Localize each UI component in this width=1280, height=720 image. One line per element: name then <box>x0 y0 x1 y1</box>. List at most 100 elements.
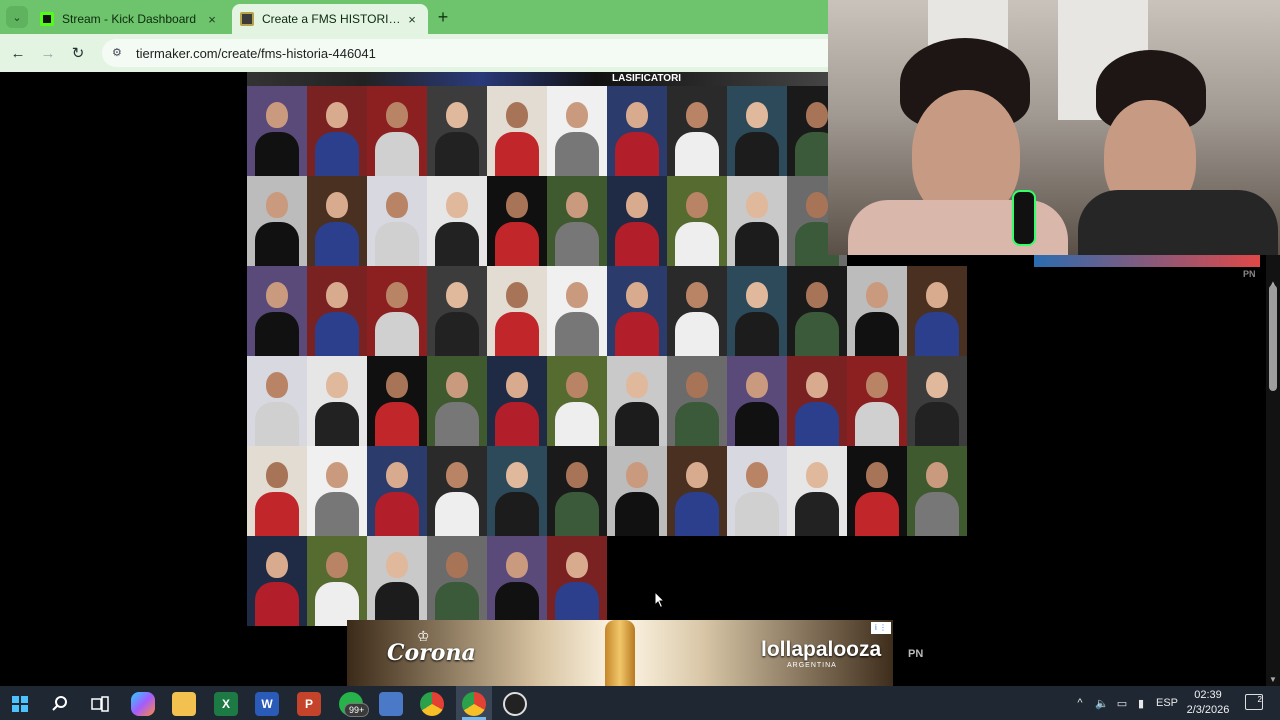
tier-item-image[interactable] <box>367 446 427 536</box>
word-icon[interactable]: W <box>255 692 279 716</box>
tier-item-image[interactable] <box>847 266 907 356</box>
file-explorer-icon[interactable] <box>172 692 196 716</box>
chrome-icon[interactable] <box>420 692 444 716</box>
tier-item-image[interactable] <box>787 446 847 536</box>
tier-item-image[interactable] <box>667 266 727 356</box>
microphone <box>1012 190 1036 246</box>
new-tab-button[interactable]: + <box>432 6 454 28</box>
clock[interactable]: 02:39 2/3/2026 <box>1180 688 1236 718</box>
language-indicator[interactable]: ESP <box>1156 697 1178 709</box>
tier-item-image[interactable] <box>367 176 427 266</box>
tier-item-image[interactable] <box>367 536 427 626</box>
page-scrollbar[interactable]: ▲ ▼ <box>1266 255 1280 687</box>
tab-tiermaker[interactable]: Create a FMS HISTORIA Tier List × <box>232 4 428 34</box>
tier-item-image[interactable] <box>427 176 487 266</box>
tab-kick-dashboard[interactable]: Stream - Kick Dashboard × <box>32 4 228 34</box>
tier-item-image[interactable] <box>307 86 367 176</box>
tier-item-image[interactable] <box>487 356 547 446</box>
tier-item-image[interactable] <box>847 356 907 446</box>
copilot-icon[interactable] <box>131 692 155 716</box>
tier-item-image[interactable] <box>547 356 607 446</box>
address-bar[interactable]: ⚙ tiermaker.com/create/fms-historia-4460… <box>102 39 828 67</box>
tier-item-image[interactable] <box>607 86 667 176</box>
scroll-down-icon[interactable]: ▼ <box>1266 675 1280 685</box>
tier-item-image[interactable] <box>247 356 307 446</box>
tier-item-image[interactable] <box>427 356 487 446</box>
tier-item-image[interactable] <box>727 266 787 356</box>
forward-button[interactable]: → <box>37 42 59 64</box>
tier-item-image[interactable] <box>367 86 427 176</box>
tier-item-image[interactable] <box>307 266 367 356</box>
site-info-icon[interactable]: ⚙ <box>112 46 126 60</box>
tier-item-image[interactable] <box>307 446 367 536</box>
scroll-thumb[interactable] <box>1269 285 1277 391</box>
tier-item-image[interactable] <box>247 176 307 266</box>
windows-logo-icon <box>12 696 28 712</box>
tier-item-image[interactable] <box>907 446 967 536</box>
tier-item-image[interactable] <box>427 86 487 176</box>
excel-icon[interactable]: X <box>214 692 238 716</box>
tier-item-image[interactable] <box>307 176 367 266</box>
search-button[interactable] <box>48 692 72 716</box>
browser-toolbar: ← → ↻ ⚙ tiermaker.com/create/fms-histori… <box>0 34 828 72</box>
tier-item-image[interactable] <box>487 536 547 626</box>
tier-item-image[interactable] <box>607 356 667 446</box>
powerpoint-icon[interactable]: P <box>297 692 321 716</box>
tier-item-image[interactable] <box>307 536 367 626</box>
tier-item-image[interactable] <box>667 356 727 446</box>
tier-item-image[interactable] <box>307 356 367 446</box>
advertisement-banner[interactable]: ♔ Corona lollapalooza ARGENTINA i ⋮ <box>347 620 893 686</box>
back-button[interactable]: ← <box>7 42 29 64</box>
tier-item-image[interactable] <box>607 446 667 536</box>
reload-button[interactable]: ↻ <box>67 42 89 64</box>
portrait-head <box>806 282 828 308</box>
tier-item-image[interactable] <box>427 266 487 356</box>
tier-item-image[interactable] <box>847 446 907 536</box>
tier-item-image[interactable] <box>607 266 667 356</box>
adchoices-icon[interactable]: i ⋮ <box>871 622 891 634</box>
tier-item-image[interactable] <box>907 356 967 446</box>
microphone-icon[interactable]: ▮ <box>1132 697 1150 710</box>
notification-center-icon[interactable]: 2 <box>1245 694 1263 710</box>
tier-item-image[interactable] <box>547 266 607 356</box>
tier-item-image[interactable] <box>547 176 607 266</box>
tier-item-image[interactable] <box>547 536 607 626</box>
tier-item-image[interactable] <box>727 356 787 446</box>
tier-item-image[interactable] <box>547 86 607 176</box>
tier-item-image[interactable] <box>667 176 727 266</box>
tier-item-image[interactable] <box>247 86 307 176</box>
start-button[interactable] <box>8 692 32 716</box>
tier-item-image[interactable] <box>667 446 727 536</box>
tier-item-image[interactable] <box>547 446 607 536</box>
tier-item-image[interactable] <box>427 536 487 626</box>
tier-item-image[interactable] <box>247 446 307 536</box>
portrait-body <box>915 492 959 536</box>
obs-icon[interactable] <box>503 692 527 716</box>
close-tab-icon[interactable]: × <box>404 12 420 27</box>
show-hidden-icons-icon[interactable]: ^ <box>1072 697 1088 709</box>
tier-item-image[interactable] <box>487 176 547 266</box>
tier-item-image[interactable] <box>247 266 307 356</box>
tier-item-image[interactable] <box>667 86 727 176</box>
chrome-profile-icon[interactable] <box>462 692 486 716</box>
tier-item-image[interactable] <box>487 86 547 176</box>
tier-item-image[interactable] <box>787 266 847 356</box>
tier-item-image[interactable] <box>787 356 847 446</box>
tier-item-image[interactable] <box>727 446 787 536</box>
tier-item-image[interactable] <box>727 176 787 266</box>
speaker-icon[interactable]: 🔈 <box>1092 697 1112 710</box>
close-tab-icon[interactable]: × <box>204 12 220 27</box>
tab-search-menu-button[interactable]: ⌄ <box>6 6 28 28</box>
tier-item-image[interactable] <box>247 536 307 626</box>
tier-item-image[interactable] <box>367 356 427 446</box>
task-view-button[interactable] <box>88 692 112 716</box>
tier-item-image[interactable] <box>487 446 547 536</box>
tier-item-image[interactable] <box>607 176 667 266</box>
tier-item-image[interactable] <box>907 266 967 356</box>
tier-item-image[interactable] <box>487 266 547 356</box>
calculator-icon[interactable] <box>379 692 403 716</box>
tier-item-image[interactable] <box>427 446 487 536</box>
tier-item-image[interactable] <box>727 86 787 176</box>
tier-item-image[interactable] <box>367 266 427 356</box>
network-icon[interactable]: ▭ <box>1112 697 1132 710</box>
